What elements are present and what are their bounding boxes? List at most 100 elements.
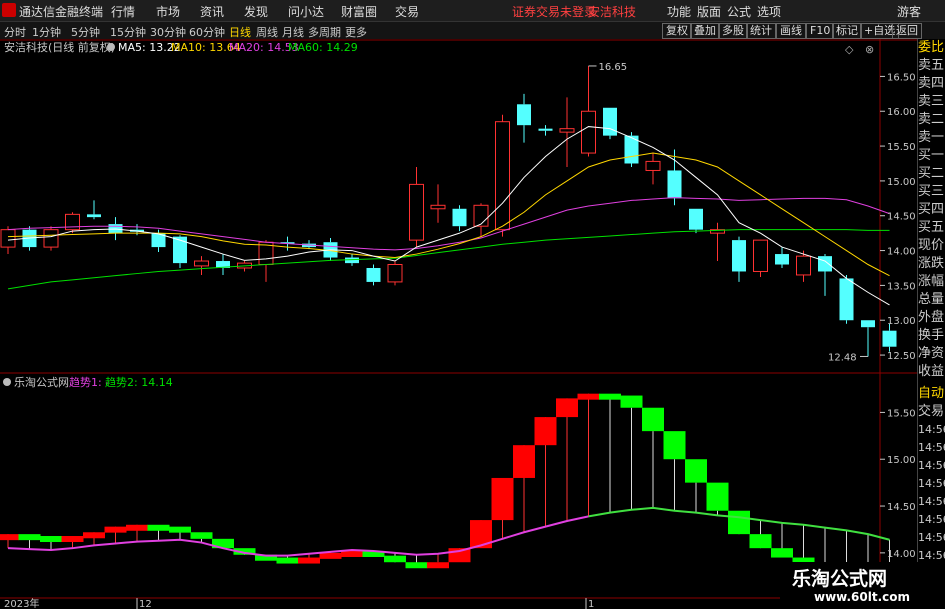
main-price-plot[interactable]: 16.65 12.48 [0, 62, 897, 363]
back-button[interactable]: 返回 [892, 23, 922, 39]
candle[interactable] [603, 107, 617, 140]
period-5min[interactable]: 5分钟 [71, 24, 100, 40]
trend-block [663, 431, 686, 460]
high-price-label: 16.65 [599, 62, 628, 73]
period-more[interactable]: 更多 [345, 24, 367, 40]
candle-body [839, 278, 854, 321]
trend-block [61, 536, 84, 543]
menu-market[interactable]: 市场 [156, 3, 180, 20]
candle[interactable] [216, 254, 230, 275]
sub-indicator-plot[interactable] [0, 393, 901, 600]
charts-area[interactable]: 安洁科技(日线 前复权) MA5: 13.22 MA10: 13.64 MA20… [0, 39, 945, 609]
candle[interactable] [861, 320, 875, 357]
candle[interactable] [43, 226, 59, 251]
trade-time: 14:56 [918, 459, 945, 472]
sub-panel-field-1[interactable]: 交易 [918, 403, 945, 421]
menu-assistant[interactable]: 问小达 [288, 3, 324, 20]
candle-body [753, 239, 768, 272]
candle[interactable] [517, 93, 531, 143]
candle[interactable] [409, 166, 424, 248]
period-1min[interactable]: 1分钟 [32, 24, 61, 40]
stats-button[interactable]: 统计 [746, 23, 776, 39]
candle[interactable] [559, 97, 575, 167]
menu-quotes[interactable]: 行情 [111, 3, 135, 20]
candle-body [667, 170, 682, 199]
candle[interactable] [818, 254, 832, 296]
menu-bar: 通达信金融终端 行情 市场 资讯 发现 问小达 财富圈 交易 证券交易未登录 安… [0, 0, 945, 22]
menu-discover[interactable]: 发现 [244, 3, 268, 20]
ma20-line [7, 197, 890, 251]
period-30min[interactable]: 30分钟 [150, 24, 186, 40]
candle[interactable] [65, 212, 80, 234]
candle[interactable] [258, 240, 274, 282]
sub-chart-title: 乐淘公式网 [14, 376, 69, 389]
candle[interactable] [430, 184, 446, 223]
candle[interactable] [366, 264, 381, 286]
candle[interactable] [839, 274, 854, 324]
candle[interactable] [194, 256, 209, 275]
candle-body [0, 229, 16, 248]
candle[interactable] [581, 65, 596, 157]
menu-function[interactable]: 功能 [667, 3, 691, 20]
period-intraday[interactable]: 分时 [4, 24, 26, 40]
candle[interactable] [495, 114, 510, 237]
candle[interactable] [87, 200, 101, 220]
trend-block [534, 417, 557, 446]
candle-body [452, 208, 467, 227]
trend-block [40, 536, 62, 543]
close-panel-icon[interactable]: ⊗ [865, 43, 874, 56]
period-15min[interactable]: 15分钟 [110, 24, 146, 40]
period-weekly[interactable]: 周线 [256, 24, 278, 40]
menu-news[interactable]: 资讯 [200, 3, 224, 20]
period-multi[interactable]: 多周期 [308, 24, 341, 40]
guest-label[interactable]: 游客 [897, 3, 921, 20]
period-daily[interactable]: 日线 [229, 24, 251, 40]
candle[interactable] [732, 236, 746, 282]
menu-formula[interactable]: 公式 [727, 3, 751, 20]
ma60-label: MA60: 14.29 [288, 41, 358, 54]
candle[interactable] [667, 149, 682, 206]
candle[interactable] [710, 222, 725, 262]
price-tick-label: 16.00 [887, 107, 916, 118]
settings-dot-icon[interactable] [107, 43, 115, 51]
menu-trade[interactable]: 交易 [395, 3, 419, 20]
trend-block [642, 407, 664, 432]
candle-body [689, 208, 703, 230]
quote-field-1: 卖五 [918, 58, 945, 73]
watermark-url: www.60lt.com [814, 590, 911, 604]
candle[interactable] [452, 205, 467, 232]
menu-options[interactable]: 选项 [757, 3, 781, 20]
candle[interactable] [645, 153, 661, 185]
collapse-icon[interactable]: ◇ [845, 43, 854, 56]
adjust-button[interactable]: 复权 [662, 23, 692, 39]
quote-field-6: 买一 [918, 148, 945, 163]
trade-time: 14:56 [918, 531, 945, 544]
time-label-dec: 12 [139, 599, 152, 609]
quote-side-panel: 委比 卖五 卖四 卖三 卖二 卖一 买一 买二 买三 买四 买五 现价 涨跌 涨幅 总量 外盘 换手 净资 收益 自… [917, 39, 945, 609]
candle-body [430, 204, 446, 210]
trend-block [556, 398, 578, 418]
candle-body [603, 107, 617, 136]
sub-panel-field-0[interactable]: 自动 [918, 385, 945, 403]
trend-block [513, 445, 535, 478]
multi-stock-button[interactable]: 多股 [718, 23, 748, 39]
overlay-button[interactable]: 叠加 [690, 23, 720, 39]
period-60min[interactable]: 60分钟 [189, 24, 225, 40]
trend-block [577, 393, 600, 400]
trend-block [491, 477, 514, 521]
candle[interactable] [753, 239, 768, 278]
period-monthly[interactable]: 月线 [282, 24, 304, 40]
draw-line-button[interactable]: 画线 [776, 23, 806, 39]
menu-layout[interactable]: 版面 [697, 3, 721, 20]
candle[interactable] [387, 261, 403, 286]
candle[interactable] [538, 125, 553, 136]
candle[interactable] [882, 323, 897, 352]
f10-button[interactable]: F10 [806, 23, 835, 39]
trend-block [599, 393, 621, 400]
menu-wealth[interactable]: 财富圈 [341, 3, 377, 20]
sub-settings-dot-icon[interactable] [3, 378, 11, 386]
mark-button[interactable]: 标记 [832, 23, 862, 39]
candle[interactable] [775, 247, 789, 268]
login-warning[interactable]: 证券交易未登录 [512, 3, 596, 20]
candle[interactable] [689, 208, 703, 234]
